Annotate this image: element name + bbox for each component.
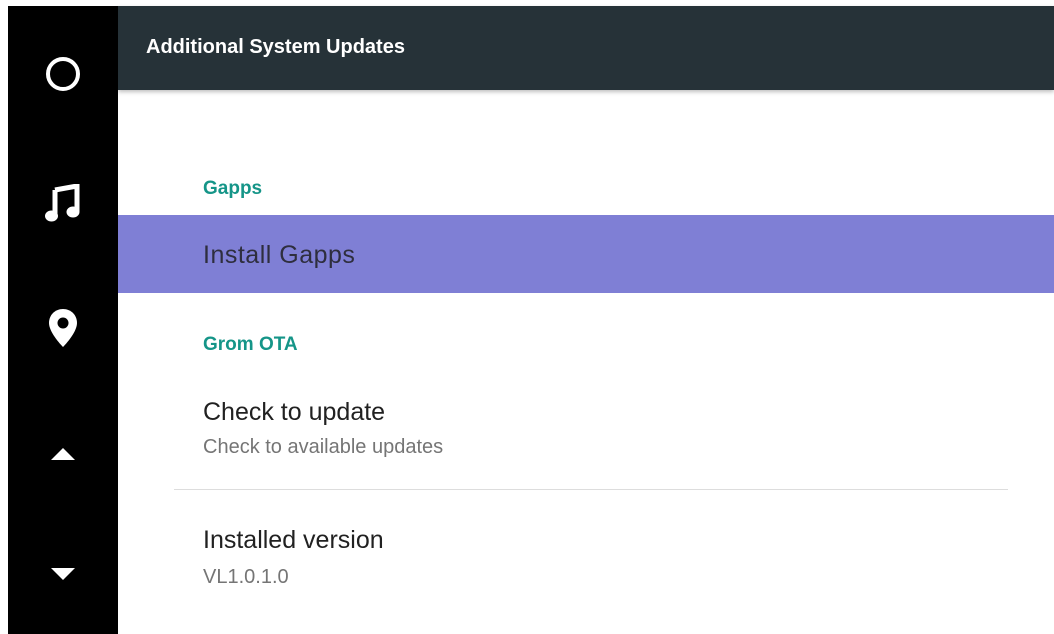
check-to-update-item[interactable]: Check to update Check to available updat… xyxy=(118,380,1054,488)
home-circle-icon xyxy=(44,55,82,93)
check-to-update-label: Check to update xyxy=(203,398,386,426)
installed-version-item[interactable]: Installed version VL1.0.1.0 xyxy=(118,510,1054,620)
home-button[interactable] xyxy=(8,34,118,114)
installed-version-value: VL1.0.1.0 xyxy=(203,566,289,588)
category-header-gapps: Gapps xyxy=(203,178,263,199)
app-bar: Additional System Updates xyxy=(118,6,1054,90)
sidebar-nav xyxy=(8,6,118,634)
install-gapps-item[interactable]: Install Gapps xyxy=(118,215,1054,293)
music-button[interactable] xyxy=(8,164,118,244)
preference-list: Gapps Install Gapps Grom OTA Check to up… xyxy=(118,90,1054,634)
location-pin-icon xyxy=(48,308,78,348)
page-title: Additional System Updates xyxy=(146,36,405,58)
arrow-down-icon xyxy=(50,567,76,581)
screen: Additional System Updates Gapps Install … xyxy=(0,0,1054,634)
category-header-grom-ota: Grom OTA xyxy=(203,334,298,355)
check-to-update-summary: Check to available updates xyxy=(203,436,444,458)
installed-version-label: Installed version xyxy=(203,526,384,554)
scroll-up-button[interactable] xyxy=(8,414,118,494)
scroll-down-button[interactable] xyxy=(8,534,118,614)
list-divider xyxy=(174,489,1008,490)
install-gapps-label: Install Gapps xyxy=(203,241,356,269)
navigation-button[interactable] xyxy=(8,288,118,368)
music-note-icon xyxy=(45,184,81,224)
arrow-up-icon xyxy=(50,447,76,461)
